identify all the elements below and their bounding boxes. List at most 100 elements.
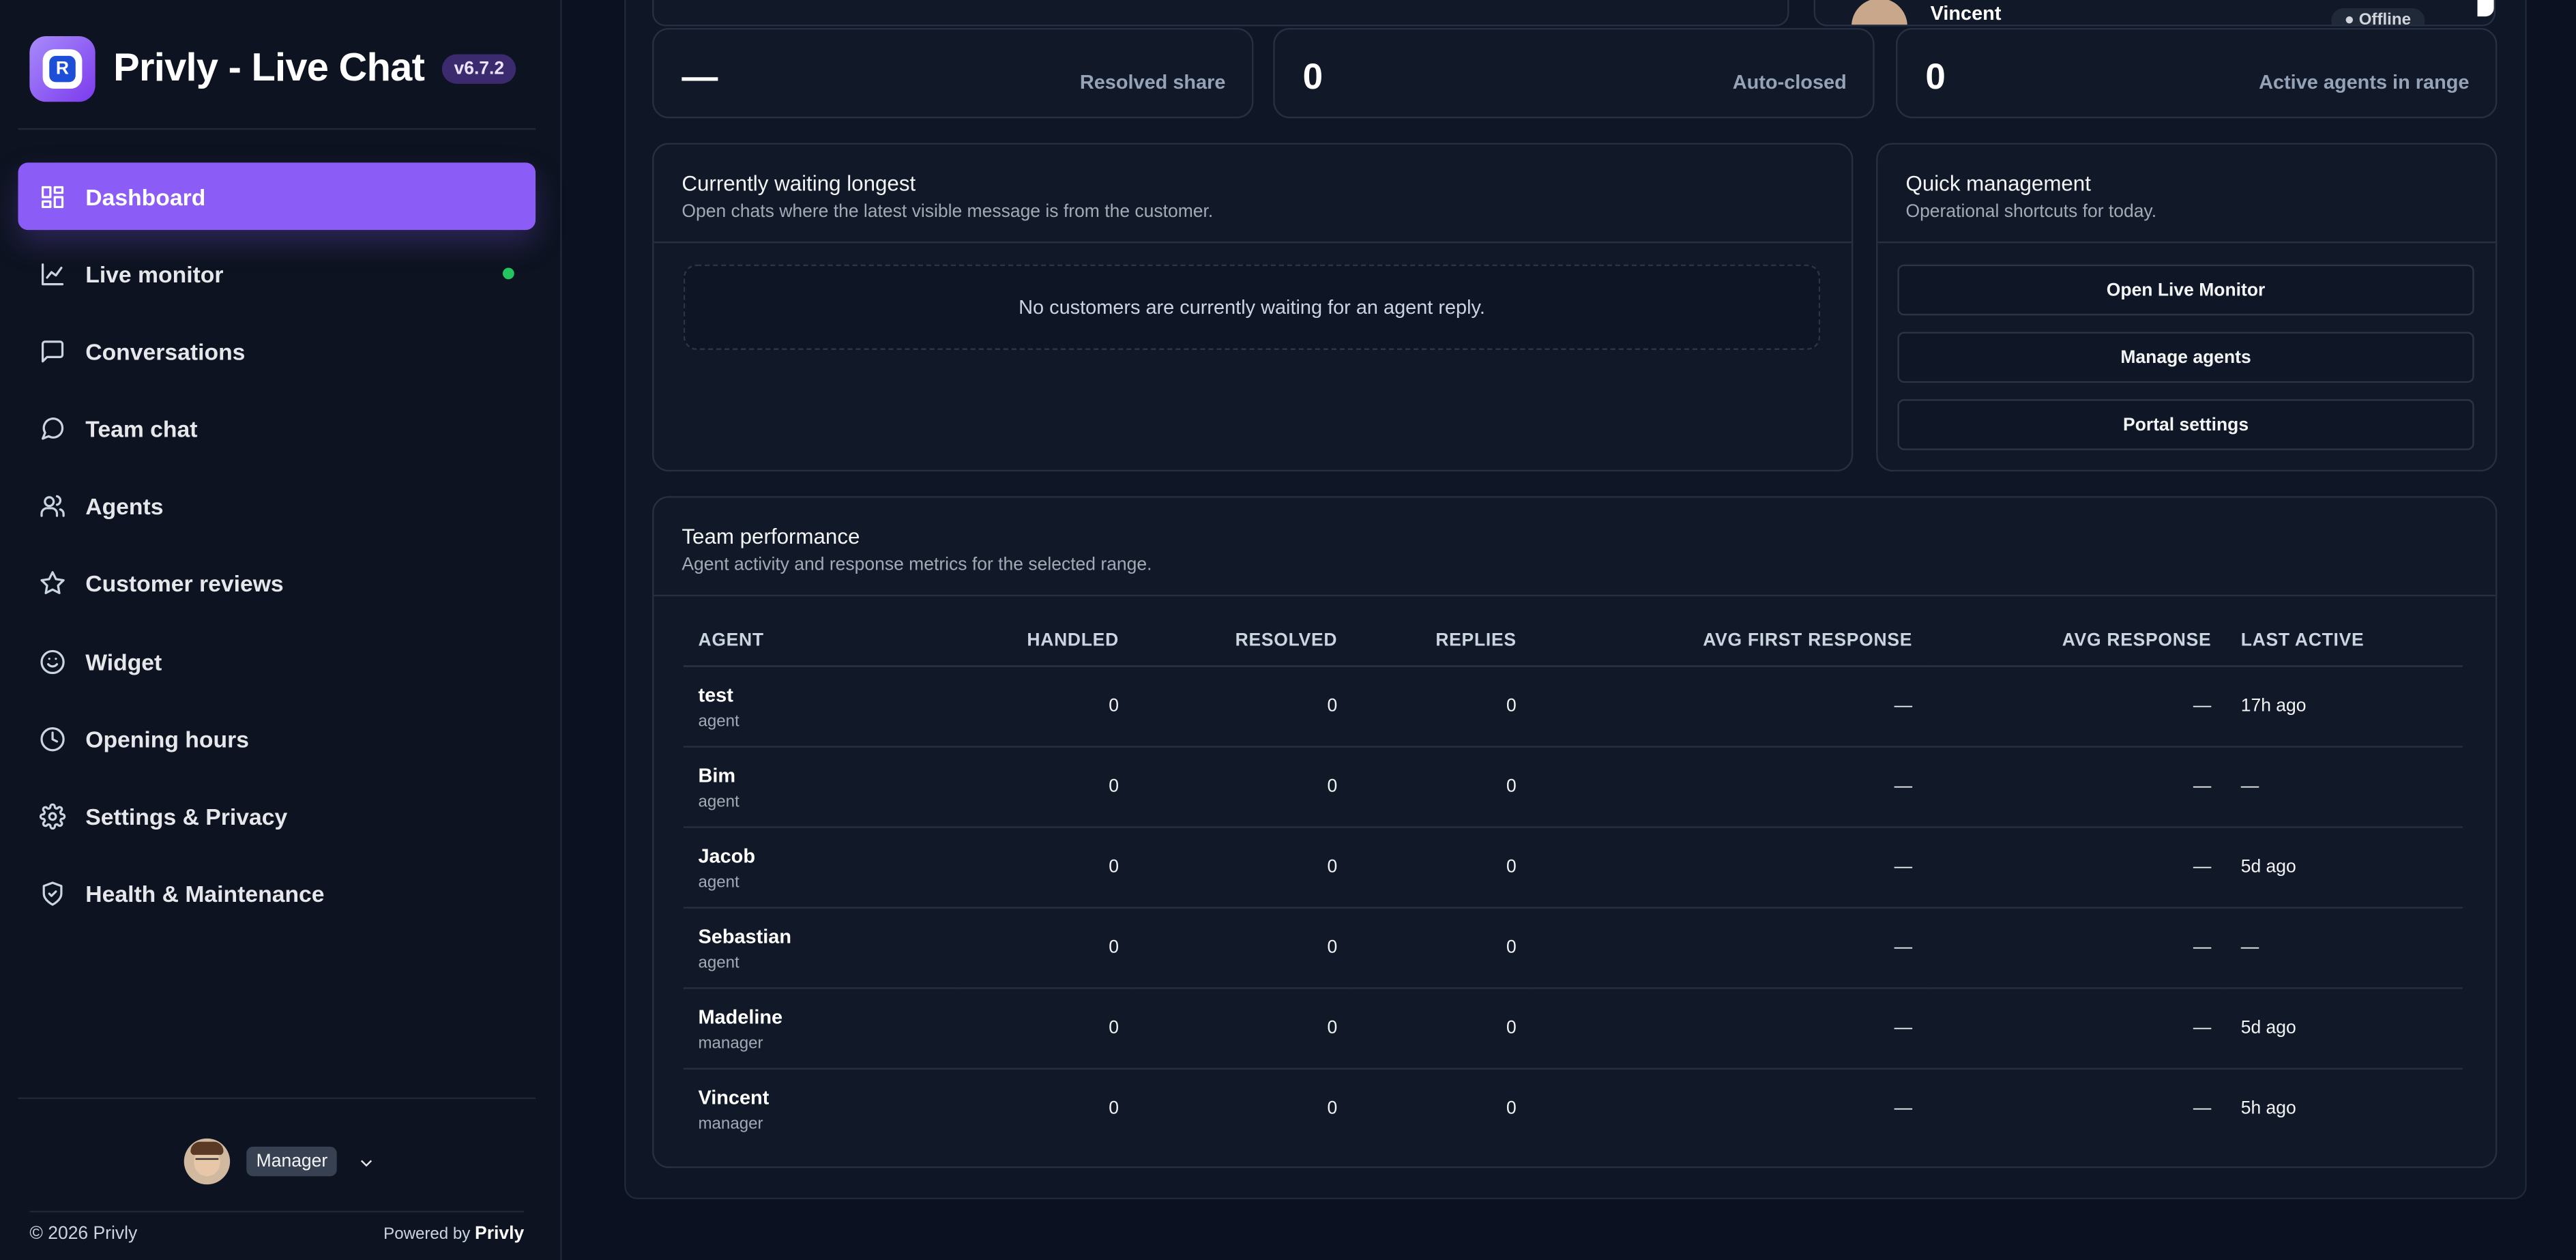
column-header[interactable]: RESOLVED [1133, 614, 1352, 667]
user-menu[interactable]: Manager [184, 1138, 377, 1185]
card-subtitle: Agent activity and response metrics for … [682, 555, 1152, 575]
handled-cell: 0 [959, 746, 1134, 828]
resolved-cell: 0 [1133, 988, 1352, 1070]
agent-name: Vincent [1930, 1, 2002, 25]
sidebar-item-label: Dashboard [85, 183, 206, 210]
column-header[interactable]: REPLIES [1351, 614, 1532, 667]
role-badge: Manager [246, 1146, 338, 1177]
card-title: Quick management [1905, 171, 2091, 196]
agent-role: agent [698, 953, 740, 972]
sidebar: R Privly - Live Chat v6.7.2 Dashboard Li… [0, 0, 562, 1260]
agent-name: Sebastian [698, 924, 792, 948]
sidebar-item-customer-reviews[interactable]: Customer reviews [18, 551, 536, 618]
sidebar-item-label: Agents [85, 493, 164, 520]
agent-cell: Sebastian agent [683, 907, 960, 989]
sidebar-item-opening-hours[interactable]: Opening hours [18, 705, 536, 773]
stat-label: Auto-closed [1732, 70, 1847, 94]
avg-response-cell: — [1927, 827, 2227, 909]
powered-by-brand[interactable]: Privly [475, 1224, 524, 1244]
column-header[interactable]: AGENT [683, 614, 960, 667]
open-live-monitor-button[interactable]: Open Live Monitor [1897, 264, 2474, 316]
agent-name: Vincent [698, 1085, 770, 1109]
logo-icon: R [29, 35, 96, 102]
last-active-cell: 5h ago [2240, 1099, 2296, 1119]
agent-name: Bim [698, 763, 736, 787]
last-active-cell: 5d ago [2226, 827, 2463, 909]
sidebar-item-team-chat[interactable]: Team chat [18, 395, 536, 463]
sidebar-item-conversations[interactable]: Conversations [18, 318, 536, 385]
sidebar-item-label: Health & Maintenance [85, 881, 325, 907]
card-title: Currently waiting longest [682, 171, 916, 196]
column-header[interactable]: AVG FIRST RESPONSE [1531, 614, 1927, 667]
replies-cell: 0 [1351, 666, 1532, 748]
avg-response-cell: — [1927, 746, 2227, 828]
stat-card-active-agents: 0 Active agents in range [1896, 27, 2498, 119]
stat-value: 0 [1925, 55, 1946, 98]
sidebar-item-agents[interactable]: Agents [18, 473, 536, 540]
avg-first-response-cell: — [1531, 746, 1927, 828]
replies-cell: 0 [1351, 746, 1532, 828]
replies-cell: 0 [1351, 827, 1532, 909]
sidebar-item-health-maintenance[interactable]: Health & Maintenance [18, 860, 536, 928]
table-row[interactable]: test agent 0 0 0— —17h ago [683, 666, 2463, 748]
resolved-cell: 0 [1133, 907, 1352, 989]
divider [1877, 241, 2496, 244]
avg-response-cell: — [1927, 907, 2227, 989]
stat-card-auto-closed: 0 Auto-closed [1273, 27, 1875, 119]
gear-icon [39, 803, 66, 830]
column-header[interactable]: LAST ACTIVE [2226, 614, 2463, 667]
replies-cell: 0 [1351, 907, 1532, 989]
table-row[interactable]: Madeline manager 0 0 0— —5d ago [683, 988, 2463, 1070]
agent-role: manager [698, 1114, 763, 1133]
agent-role: manager [698, 1034, 763, 1053]
team-performance-table: AGENT HANDLED RESOLVED REPLIES AVG FIRST… [683, 614, 2463, 1149]
stat-label: Resolved share [1079, 70, 1226, 94]
brand[interactable]: R Privly - Live Chat v6.7.2 [29, 35, 516, 102]
resolved-cell: 0 [1133, 746, 1352, 828]
avg-first-response-cell: — [1531, 907, 1927, 989]
sidebar-item-live-monitor[interactable]: Live monitor [18, 240, 536, 308]
divider [18, 1097, 536, 1100]
app-title: Privly - Live Chat [113, 46, 425, 91]
replies-cell: 0 [1506, 1099, 1517, 1119]
stat-value: — [682, 55, 718, 98]
avg-first-response-cell: — [1531, 827, 1927, 909]
empty-state: No customers are currently waiting for a… [683, 264, 1821, 350]
sidebar-item-widget[interactable]: Widget [18, 628, 536, 695]
table-row[interactable]: Vincent manager 0 0 0 — — 5h ago [684, 1069, 2463, 1149]
agent-cell: test agent [683, 666, 960, 748]
agent-name: Madeline [698, 1004, 783, 1028]
clock-icon [40, 726, 66, 752]
status-badge-label: Offline [2358, 11, 2411, 27]
avatar [1851, 0, 1907, 25]
column-header[interactable]: HANDLED [959, 614, 1134, 667]
avg-first-response-cell: — [1531, 666, 1927, 748]
sidebar-item-settings-privacy[interactable]: Settings & Privacy [18, 782, 536, 850]
column-header[interactable]: AVG RESPONSE [1927, 614, 2227, 667]
sidebar-item-label: Team chat [85, 415, 198, 442]
agent-role: agent [698, 792, 740, 811]
portal-settings-button[interactable]: Portal settings [1897, 399, 2474, 450]
table-row[interactable]: Bim agent 0 0 0— — — [683, 746, 2463, 828]
avatar [184, 1138, 231, 1185]
agent-cell: Vincent manager [684, 1069, 960, 1149]
resolved-cell: 0 [1133, 666, 1352, 748]
avg-first-response-cell: — [1894, 1099, 1913, 1119]
sidebar-item-label: Live monitor [85, 261, 224, 287]
version-badge: v6.7.2 [442, 54, 516, 84]
chevron-down-icon[interactable] [357, 1152, 377, 1171]
handled-cell: 0 [959, 827, 1134, 909]
partial-card [652, 0, 1789, 27]
message-circle-icon [40, 415, 66, 442]
scroll-thumb[interactable] [2477, 0, 2494, 17]
divider [654, 241, 1852, 244]
stat-label: Active agents in range [2259, 70, 2470, 94]
manage-agents-button[interactable]: Manage agents [1897, 332, 2474, 383]
avg-first-response-cell: — [1531, 988, 1927, 1070]
table-row[interactable]: Jacob agent 0 0 0— —5d ago [683, 827, 2463, 909]
handled-cell: 0 [959, 907, 1134, 989]
last-active-cell: 5d ago [2226, 988, 2463, 1070]
table-row[interactable]: Sebastian agent 0 0 0— — — [683, 907, 2463, 989]
sidebar-item-dashboard[interactable]: Dashboard [18, 162, 536, 231]
avg-response-cell: — [1927, 988, 2227, 1070]
